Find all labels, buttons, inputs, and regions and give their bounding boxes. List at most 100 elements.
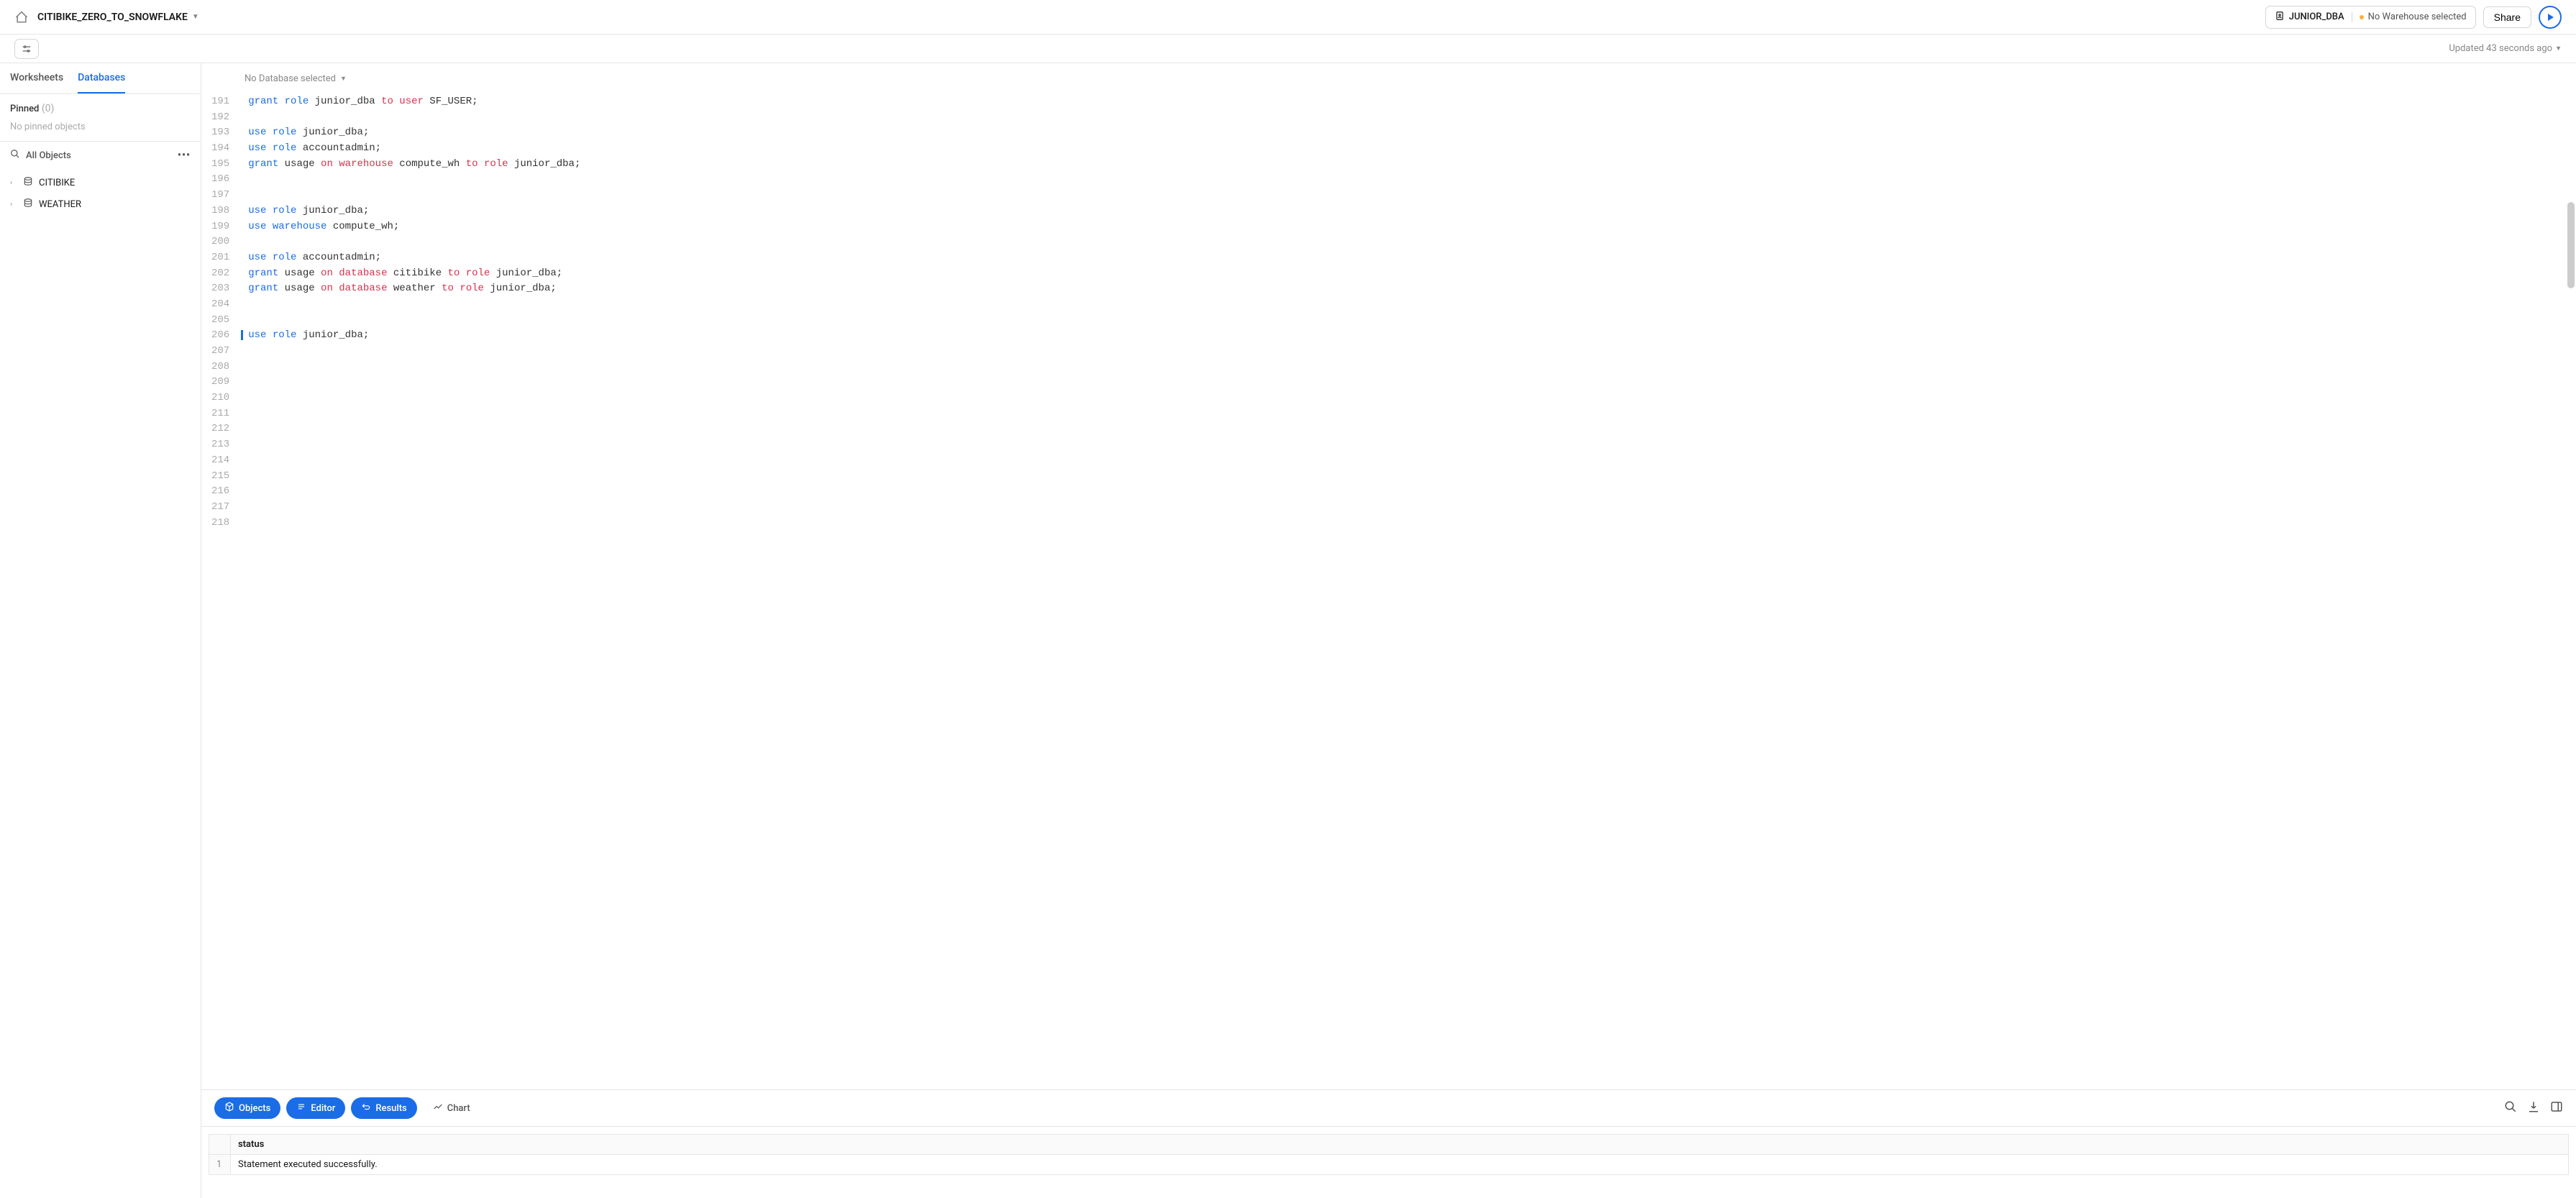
line-number: 201 [211,250,229,266]
code-line[interactable]: use warehouse compute_wh; [248,219,2566,235]
all-objects-label: All Objects [26,150,71,161]
table-row[interactable]: 1Statement executed successfully. [209,1155,2569,1175]
code-line[interactable] [248,469,2566,485]
code-line[interactable] [248,500,2566,516]
code-line[interactable] [248,313,2566,329]
search-results-button[interactable] [2504,1100,2517,1116]
results-tab-label: Objects [239,1103,270,1114]
code-line[interactable]: grant usage on database weather to role … [248,281,2566,297]
code-line[interactable]: grant role junior_dba to user SF_USER; [248,94,2566,110]
line-number: 215 [211,469,229,485]
table-header-row: status [209,1135,2569,1155]
home-icon[interactable] [14,10,29,24]
code-line[interactable] [248,360,2566,375]
all-objects-search[interactable]: All Objects [10,149,71,162]
results-tab-editor[interactable]: Editor [286,1097,345,1119]
context-selector[interactable]: JUNIOR_DBA No Warehouse selected [2265,6,2476,29]
worksheet-title-dropdown[interactable]: CITIBIKE_ZERO_TO_SNOWFLAKE ▼ [37,12,199,23]
cube-icon [224,1102,234,1115]
results-tab-results[interactable]: Results [351,1097,416,1119]
code-editor[interactable]: 1911921931941951961971981992002012022032… [201,94,2576,1089]
line-number: 191 [211,94,229,110]
tree-item-label: CITIBIKE [39,178,75,188]
chart-icon [433,1102,443,1115]
results-tab-chart[interactable]: Chart [423,1097,480,1119]
code-line[interactable] [248,188,2566,204]
role-context: JUNIOR_DBA [2275,11,2344,24]
line-number: 194 [211,141,229,157]
editor-scrollbar[interactable] [2567,94,2575,1089]
tree-item-citibike[interactable]: ›CITIBIKE [0,172,201,193]
run-button[interactable] [2539,6,2562,29]
line-number: 205 [211,313,229,329]
table-cell[interactable]: Statement executed successfully. [231,1155,2569,1175]
code-line[interactable] [248,390,2566,406]
line-number: 197 [211,188,229,204]
sidebar-tab-databases[interactable]: Databases [78,63,125,93]
line-number: 203 [211,281,229,297]
line-number: 202 [211,266,229,282]
code-line[interactable] [248,484,2566,500]
code-line[interactable]: use role junior_dba; [248,204,2566,219]
code-line[interactable] [248,344,2566,360]
role-icon [2275,11,2285,24]
code-line[interactable] [248,437,2566,453]
play-icon [2548,14,2554,21]
tree-item-label: WEATHER [39,199,81,210]
sidebar-tab-worksheets[interactable]: Worksheets [10,63,63,93]
line-number: 213 [211,437,229,453]
code-line[interactable] [248,234,2566,250]
code-line[interactable] [248,375,2566,390]
code-line[interactable]: use role junior_dba; [248,328,2566,344]
code-line[interactable]: use role junior_dba; [248,125,2566,141]
code-line[interactable]: grant usage on warehouse compute_wh to r… [248,157,2566,173]
settings-toggle-button[interactable] [14,39,39,59]
database-selector-dropdown[interactable]: No Database selected ▼ [201,63,2576,94]
row-number-cell: 1 [209,1155,231,1175]
row-number-header [209,1135,231,1155]
line-number: 192 [211,110,229,126]
main-layout: WorksheetsDatabases Pinned (0) No pinned… [0,63,2576,1198]
line-number: 207 [211,344,229,360]
line-number: 214 [211,453,229,469]
warehouse-context: No Warehouse selected [2360,12,2467,22]
line-number-gutter: 1911921931941951961971981992002012022032… [201,94,238,1089]
code-line[interactable] [248,297,2566,313]
code-line[interactable]: use role accountadmin; [248,250,2566,266]
tree-item-weather[interactable]: ›WEATHER [0,193,201,215]
results-tab-objects[interactable]: Objects [214,1097,280,1119]
results-tab-label: Chart [447,1103,470,1114]
code-content[interactable]: grant role junior_dba to user SF_USER; u… [238,94,2576,1089]
line-number: 216 [211,484,229,500]
pinned-count: (0) [42,103,55,114]
code-line[interactable] [248,453,2566,469]
results-toolbar: Objects Editor Results Chart [201,1089,2576,1126]
code-line[interactable]: grant usage on database citibike to role… [248,266,2566,282]
lines-icon [296,1102,306,1115]
top-bar: CITIBIKE_ZERO_TO_SNOWFLAKE ▼ JUNIOR_DBA … [0,0,2576,35]
code-line[interactable] [248,516,2566,531]
chevron-down-icon: ▼ [2555,45,2562,52]
top-bar-left: CITIBIKE_ZERO_TO_SNOWFLAKE ▼ [14,10,199,24]
code-line[interactable] [248,172,2566,188]
code-line[interactable] [248,421,2566,437]
line-number: 200 [211,234,229,250]
results-actions [2504,1100,2563,1116]
top-bar-right: JUNIOR_DBA No Warehouse selected Share [2265,6,2562,29]
line-number: 211 [211,406,229,422]
objects-header: All Objects ••• [0,142,201,169]
updated-timestamp-dropdown[interactable]: Updated 43 seconds ago ▼ [2449,43,2562,54]
db-selector-text: No Database selected [245,73,336,84]
scrollbar-thumb[interactable] [2567,202,2575,288]
sidebar: WorksheetsDatabases Pinned (0) No pinned… [0,63,201,1198]
line-number: 198 [211,204,229,219]
code-line[interactable] [248,110,2566,126]
column-header[interactable]: status [231,1135,2569,1155]
code-line[interactable] [248,406,2566,422]
code-line[interactable]: use role accountadmin; [248,141,2566,157]
share-button[interactable]: Share [2483,6,2531,28]
download-results-button[interactable] [2527,1100,2540,1116]
toggle-panel-button[interactable] [2550,1100,2563,1116]
more-menu-button[interactable]: ••• [178,150,191,161]
chevron-down-icon: ▼ [340,75,347,83]
